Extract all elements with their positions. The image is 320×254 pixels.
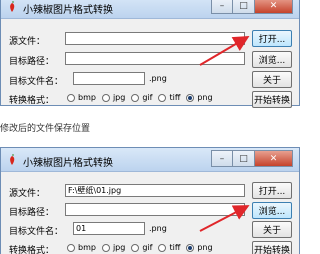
close-button[interactable]: ✕ bbox=[255, 150, 293, 167]
open-button[interactable]: 打开... bbox=[252, 30, 292, 47]
target-path-input[interactable] bbox=[65, 203, 245, 216]
title-bar[interactable]: 小辣椒图片格式转换 – □ ✕ bbox=[1, 148, 299, 172]
format-radio-group: bmp jpg gif tiff png bbox=[67, 93, 213, 102]
caption-text: 修改后的文件保存位置 bbox=[0, 124, 91, 134]
target-filename-input[interactable] bbox=[73, 72, 145, 85]
source-file-label: 源文件： bbox=[9, 37, 46, 47]
radio-circle-icon bbox=[131, 243, 140, 252]
start-convert-button[interactable]: 开始转换 bbox=[252, 241, 292, 254]
target-path-label: 目标路径： bbox=[9, 208, 55, 218]
radio-circle-icon bbox=[158, 93, 167, 102]
minimize-button[interactable]: – bbox=[211, 0, 233, 14]
target-filename-label: 目标文件名： bbox=[9, 77, 64, 87]
title-bar[interactable]: 小辣椒图片格式转换 – □ ✕ bbox=[1, 0, 299, 19]
format-radio-bmp[interactable]: bmp bbox=[67, 243, 96, 252]
target-filename-label: 目标文件名： bbox=[9, 227, 64, 237]
maximize-button[interactable]: □ bbox=[233, 150, 255, 167]
start-convert-button[interactable]: 开始转换 bbox=[252, 91, 292, 108]
source-file-label: 源文件： bbox=[9, 189, 46, 199]
source-file-input[interactable]: F:\壁纸\01.jpg bbox=[65, 184, 245, 197]
chili-pepper-icon bbox=[10, 154, 15, 165]
app-window-after: 小辣椒图片格式转换 – □ ✕ 源文件： F:\壁纸\01.jpg 打开... … bbox=[0, 147, 300, 254]
radio-circle-icon bbox=[67, 93, 75, 102]
format-radio-tiff[interactable]: tiff bbox=[158, 93, 180, 102]
target-filename-input[interactable]: 01 bbox=[73, 222, 145, 235]
about-button[interactable]: 关于 bbox=[252, 71, 292, 88]
target-path-input[interactable] bbox=[65, 52, 245, 65]
about-button[interactable]: 关于 bbox=[252, 221, 292, 238]
chili-pepper-icon bbox=[10, 1, 15, 12]
maximize-button[interactable]: □ bbox=[233, 0, 255, 14]
format-radio-group: bmp jpg gif tiff png bbox=[67, 243, 213, 252]
radio-circle-icon bbox=[131, 93, 140, 102]
radio-selected-icon bbox=[186, 243, 195, 252]
radio-circle-icon bbox=[158, 243, 167, 252]
window-title: 小辣椒图片格式转换 bbox=[23, 5, 113, 16]
format-radio-png[interactable]: png bbox=[186, 93, 213, 102]
target-path-label: 目标路径： bbox=[9, 57, 55, 67]
format-radio-png[interactable]: png bbox=[186, 243, 213, 252]
format-radio-bmp[interactable]: bmp bbox=[67, 93, 96, 102]
radio-circle-icon bbox=[101, 93, 110, 102]
format-radio-jpg[interactable]: jpg bbox=[101, 243, 125, 252]
format-label: 转换格式： bbox=[9, 246, 55, 254]
open-button[interactable]: 打开... bbox=[252, 182, 292, 199]
format-radio-jpg[interactable]: jpg bbox=[101, 93, 125, 102]
radio-circle-icon bbox=[101, 243, 110, 252]
app-window-before: 小辣椒图片格式转换 – □ ✕ 源文件： 打开... 目标路径： 浏览... 目… bbox=[0, 0, 300, 108]
extension-label: .png bbox=[149, 224, 167, 233]
browse-button[interactable]: 浏览... bbox=[252, 51, 292, 68]
close-button[interactable]: ✕ bbox=[255, 0, 293, 14]
minimize-button[interactable]: – bbox=[211, 150, 233, 167]
format-label: 转换格式： bbox=[9, 96, 55, 106]
radio-selected-icon bbox=[186, 93, 195, 102]
window-title: 小辣椒图片格式转换 bbox=[23, 158, 113, 169]
source-file-input[interactable] bbox=[65, 32, 245, 45]
format-radio-gif[interactable]: gif bbox=[131, 93, 152, 102]
browse-button[interactable]: 浏览... bbox=[252, 202, 292, 219]
extension-label: .png bbox=[149, 74, 167, 83]
format-radio-tiff[interactable]: tiff bbox=[158, 243, 180, 252]
format-radio-gif[interactable]: gif bbox=[131, 243, 152, 252]
radio-circle-icon bbox=[67, 243, 75, 252]
